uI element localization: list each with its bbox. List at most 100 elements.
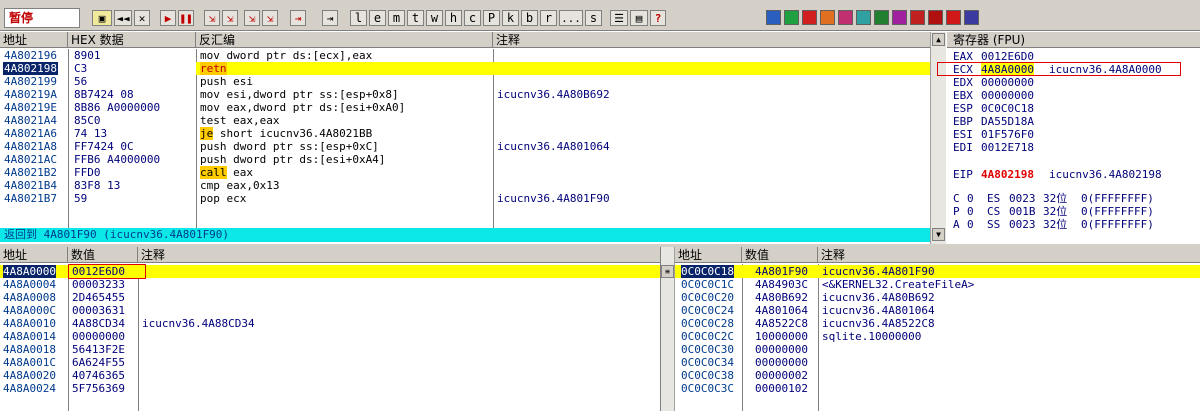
disasm-row[interactable]: 4A8021A6 74 13 je short icucnv36.4A8021BB (0, 127, 930, 140)
plugin-icon[interactable] (802, 10, 817, 25)
disasm-row[interactable]: 4A8021B4 83F8 13 cmp eax,0x13 (0, 179, 930, 192)
disasm-row[interactable]: 4A802199 56 push esi (0, 75, 930, 88)
register-row[interactable]: EBX 00000000 (947, 89, 1200, 102)
dump-row[interactable]: 4A8A0018 56413F2E (0, 343, 660, 356)
references-button[interactable]: r (540, 10, 557, 26)
disasm-row[interactable]: 4A80219E 8B86 A0000000 mov eax,dword ptr d… (0, 101, 930, 114)
breakpoints-button[interactable]: b (521, 10, 538, 26)
plugin-icon[interactable] (766, 10, 781, 25)
stack-row[interactable]: 0C0C0C38 00000002 (675, 369, 1200, 382)
plugin-icon[interactable] (928, 10, 943, 25)
flag-row[interactable]: A 0 SS 0023 32位 0(FFFFFFFF) (947, 218, 1200, 231)
dump-row[interactable]: 4A8A000C 00003631 (0, 304, 660, 317)
scroll-down-icon[interactable]: ▼ (932, 228, 945, 241)
dump-row[interactable]: 4A8A0020 40746365 (0, 369, 660, 382)
register-list[interactable]: EAX 0012E6D0 ECX 4A8A0000 icucnv36.4A8A0000 E… (937, 50, 1200, 240)
list-icon[interactable]: ☰ (610, 10, 628, 26)
executable-modules-button[interactable]: e (369, 10, 386, 26)
cpu-button[interactable]: c (464, 10, 481, 26)
disasm-row[interactable]: 4A802198 C3 retn (0, 62, 930, 75)
plugin-icon[interactable] (784, 10, 799, 25)
trace-over-button[interactable]: ⇲ (262, 10, 278, 26)
source-button[interactable]: s (585, 10, 602, 26)
flag-row[interactable]: P 0 CS 001B 32位 0(FFFFFFFF) (947, 205, 1200, 218)
dump-row[interactable]: 4A8A0010 4A88CD34 icucnv36.4A88CD34 (0, 317, 660, 330)
plugin-icon[interactable] (892, 10, 907, 25)
run-trace-button[interactable]: ... (559, 10, 583, 26)
stack-list[interactable]: 0C0C0C18 4A801F90 icucnv36.4A801F90 0C0C0C1… (675, 265, 1200, 411)
dump-list[interactable]: 4A8A0000 0012E6D0 4A8A0004 00003233 4A8A0008… (0, 264, 660, 411)
column-header-value[interactable]: 数值 (68, 247, 138, 263)
flag-row[interactable]: C 0 ES 0023 32位 0(FFFFFFFF) (947, 192, 1200, 205)
plugin-icon[interactable] (856, 10, 871, 25)
stack-row[interactable]: 0C0C0C34 00000000 (675, 356, 1200, 369)
disasm-row[interactable]: 4A8021A4 85C0 test eax,eax (0, 114, 930, 127)
plugin-icon[interactable] (964, 10, 979, 25)
scroll-up-icon[interactable]: ▲ (932, 33, 945, 46)
plugin-icon[interactable] (838, 10, 853, 25)
call-stack-button[interactable]: k (502, 10, 519, 26)
plugin-icon[interactable] (874, 10, 889, 25)
disasm-row[interactable]: 4A8021B2 FFD0 call eax (0, 166, 930, 179)
handles-button[interactable]: h (445, 10, 462, 26)
stack-row[interactable]: 0C0C0C3C 00000102 (675, 382, 1200, 395)
disasm-row[interactable]: 4A8021A8 FF7424 0C push dword ptr ss:[esp+… (0, 140, 930, 153)
goto-button[interactable]: ⇥ (322, 10, 338, 26)
scroll-thumb-icon[interactable]: ≡ (661, 265, 674, 278)
column-header-disasm[interactable]: 反汇编 (196, 32, 493, 48)
open-file-icon[interactable]: ▣ (92, 10, 112, 26)
patches-button[interactable]: P (483, 10, 500, 26)
disassembly-list[interactable]: 4A802196 8901 mov dword ptr ds:[ecx],eax 4A… (0, 49, 930, 229)
column-header-address[interactable]: 地址 (0, 32, 68, 48)
dump-row[interactable]: 4A8A0004 00003233 (0, 278, 660, 291)
step-over-button[interactable]: ⇲ (222, 10, 238, 26)
disasm-row[interactable]: 4A80219A 8B7424 08 mov esi,dword ptr ss:[e… (0, 88, 930, 101)
register-row[interactable]: ESI 01F576F0 (947, 128, 1200, 141)
dump-row[interactable]: 4A8A0014 00000000 (0, 330, 660, 343)
log-window-button[interactable]: l (350, 10, 367, 26)
disasm-row[interactable]: 4A802196 8901 mov dword ptr ds:[ecx],eax (0, 49, 930, 62)
column-header-address[interactable]: 地址 (675, 247, 742, 263)
dump-row[interactable]: 4A8A0008 2D465455 (0, 291, 660, 304)
column-header-comment[interactable]: 注释 (493, 32, 930, 48)
column-header-hex[interactable]: HEX 数据 (68, 32, 196, 48)
register-row[interactable]: EDI 0012E718 (947, 141, 1200, 154)
options-icon[interactable]: ▤ (630, 10, 648, 26)
stack-row[interactable]: 0C0C0C30 00000000 (675, 343, 1200, 356)
close-button[interactable]: ✕ (134, 10, 150, 26)
step-into-button[interactable]: ⇲ (204, 10, 220, 26)
threads-button[interactable]: t (407, 10, 424, 26)
dump-row[interactable]: 4A8A0024 5F756369 (0, 382, 660, 395)
execute-till-return-button[interactable]: ⇥ (290, 10, 306, 26)
disasm-row[interactable]: 4A8021AC FFB6 A4000000 push dword ptr ds:[… (0, 153, 930, 166)
trace-into-button[interactable]: ⇲ (244, 10, 260, 26)
plugin-icon[interactable] (910, 10, 925, 25)
stack-row[interactable]: 0C0C0C24 4A801064 icucnv36.4A801064 (675, 304, 1200, 317)
register-row[interactable]: ESP 0C0C0C18 (947, 102, 1200, 115)
column-header-value[interactable]: 数值 (742, 247, 818, 263)
stack-row[interactable]: 0C0C0C1C 4A84903C <&KERNEL32.CreateFileA> (675, 278, 1200, 291)
register-row[interactable]: EDX 00000000 (947, 76, 1200, 89)
disasm-row[interactable]: 4A8021B7 59 pop ecx icucnv36.4A801F90 (0, 192, 930, 205)
register-row-eip[interactable]: EIP 4A802198 icucnv36.4A802198 (947, 168, 1200, 181)
plugin-icon[interactable] (820, 10, 835, 25)
pause-button[interactable]: ❚❚ (178, 10, 194, 26)
stack-row[interactable]: 0C0C0C18 4A801F90 icucnv36.4A801F90 (675, 265, 1200, 278)
restart-button[interactable]: ◄◄ (114, 10, 132, 26)
plugin-icon[interactable] (946, 10, 961, 25)
memory-map-button[interactable]: m (388, 10, 405, 26)
run-button[interactable]: ▶ (160, 10, 176, 26)
column-header-address[interactable]: 地址 (0, 247, 68, 263)
windows-button[interactable]: w (426, 10, 443, 26)
stack-row[interactable]: 0C0C0C28 4A8522C8 icucnv36.4A8522C8 (675, 317, 1200, 330)
register-row[interactable]: ECX 4A8A0000 icucnv36.4A8A0000 (937, 62, 1200, 76)
stack-row[interactable]: 0C0C0C20 4A80B692 icucnv36.4A80B692 (675, 291, 1200, 304)
dump-row[interactable]: 4A8A0000 0012E6D0 (0, 264, 660, 279)
column-header-comment[interactable]: 注释 (138, 247, 660, 263)
help-button[interactable]: ? (650, 10, 666, 26)
stack-scrollbar[interactable]: ≡ (661, 247, 675, 411)
dump-row[interactable]: 4A8A001C 6A624F55 (0, 356, 660, 369)
stack-row[interactable]: 0C0C0C2C 10000000 sqlite.10000000 (675, 330, 1200, 343)
register-row[interactable]: EBP DA55D18A (947, 115, 1200, 128)
column-header-comment[interactable]: 注释 (818, 247, 1200, 263)
